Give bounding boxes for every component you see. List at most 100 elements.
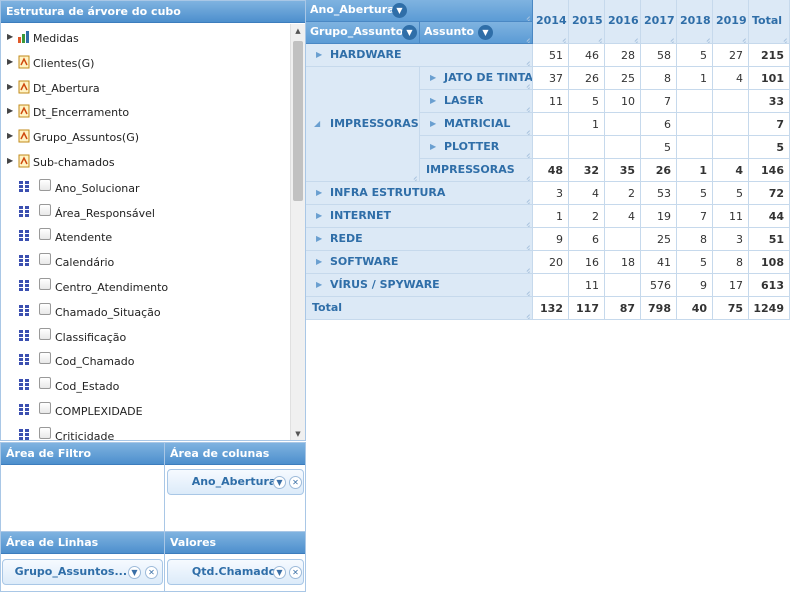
field-checkbox[interactable] bbox=[39, 426, 51, 439]
expand-arrow-icon[interactable]: ▶ bbox=[7, 149, 13, 173]
expand-arrow-icon[interactable]: ▶ bbox=[316, 234, 322, 243]
field-checkbox[interactable] bbox=[39, 402, 51, 414]
tree-node[interactable]: Área_Responsável bbox=[1, 199, 289, 223]
expand-arrow-icon[interactable]: ▶ bbox=[7, 75, 13, 99]
tree-node[interactable]: Ano_Solucionar bbox=[1, 174, 289, 198]
scrollbar-thumb[interactable] bbox=[293, 41, 303, 201]
field-checkbox[interactable] bbox=[39, 327, 51, 340]
field-checkbox[interactable] bbox=[39, 352, 51, 365]
resize-grip-icon[interactable] bbox=[523, 35, 530, 42]
tree-node[interactable]: Centro_Atendimento bbox=[1, 273, 289, 297]
expand-arrow-icon[interactable]: ▶ bbox=[430, 119, 436, 128]
resize-grip-icon[interactable] bbox=[739, 35, 746, 42]
value-field-chip[interactable]: Qtd.Chamado ▼ ✕ bbox=[167, 559, 304, 585]
expand-arrow-icon[interactable]: ▶ bbox=[430, 142, 436, 151]
collapse-arrow-icon[interactable]: ◢ bbox=[314, 119, 320, 128]
row-filter-icon[interactable]: ▼ bbox=[478, 25, 493, 40]
tree-node[interactable]: Atendente bbox=[1, 223, 289, 247]
resize-grip-icon[interactable] bbox=[523, 242, 530, 249]
field-checkbox[interactable] bbox=[39, 377, 51, 390]
field-checkbox[interactable] bbox=[39, 278, 51, 290]
scroll-down-arrow-icon[interactable]: ▼ bbox=[291, 427, 305, 440]
resize-grip-icon[interactable] bbox=[523, 127, 530, 134]
tree-node[interactable]: ▶ Clientes(G) bbox=[1, 50, 289, 74]
year-column-header[interactable]: 2015 bbox=[569, 0, 605, 44]
tree-node[interactable]: Chamado_Situação bbox=[1, 298, 289, 322]
expand-arrow-icon[interactable]: ▶ bbox=[430, 96, 436, 105]
field-checkbox[interactable] bbox=[39, 178, 51, 191]
tree-node[interactable]: Criticidade bbox=[1, 422, 289, 440]
field-checkbox[interactable] bbox=[39, 228, 51, 241]
chip-remove-icon[interactable]: ✕ bbox=[145, 566, 158, 579]
row-group-header[interactable]: ▶ INFRA ESTRUTURA bbox=[306, 182, 533, 205]
resize-grip-icon[interactable] bbox=[780, 35, 787, 42]
row-group-header[interactable]: ▶ INTERNET bbox=[306, 205, 533, 228]
resize-grip-icon[interactable] bbox=[523, 13, 530, 20]
resize-grip-icon[interactable] bbox=[523, 150, 530, 157]
chip-filter-icon[interactable]: ▼ bbox=[273, 476, 286, 489]
resize-grip-icon[interactable] bbox=[523, 196, 530, 203]
year-column-header[interactable]: 2019 bbox=[713, 0, 749, 44]
field-checkbox[interactable] bbox=[39, 253, 51, 266]
tree-node[interactable]: ▶ Medidas bbox=[1, 25, 289, 49]
expand-arrow-icon[interactable]: ▶ bbox=[430, 73, 436, 82]
row-field-header[interactable]: Grupo_Assunto ▼ bbox=[306, 22, 420, 44]
row-sub-header[interactable]: ▶ PLOTTER bbox=[420, 136, 533, 159]
year-column-header[interactable]: 2017 bbox=[641, 0, 677, 44]
resize-grip-icon[interactable] bbox=[410, 173, 417, 180]
chip-filter-icon[interactable]: ▼ bbox=[128, 566, 141, 579]
scroll-up-arrow-icon[interactable]: ▲ bbox=[291, 24, 305, 38]
column-field-header[interactable]: Ano_Abertura ▼ bbox=[306, 0, 533, 22]
tree-node[interactable]: ▶ Dt_Abertura bbox=[1, 75, 289, 99]
expand-arrow-icon[interactable]: ▶ bbox=[7, 124, 13, 148]
resize-grip-icon[interactable] bbox=[631, 35, 638, 42]
resize-grip-icon[interactable] bbox=[523, 81, 530, 88]
tree-node[interactable]: ▶ Sub-chamados bbox=[1, 149, 289, 173]
expand-arrow-icon[interactable]: ▶ bbox=[7, 25, 13, 49]
expand-arrow-icon[interactable]: ▶ bbox=[316, 257, 322, 266]
row-group-header[interactable]: ◢ IMPRESSORAS bbox=[306, 67, 420, 182]
row-group-header[interactable]: ▶ HARDWARE bbox=[306, 44, 533, 67]
row-sub-header[interactable]: ▶ JATO DE TINTA bbox=[420, 67, 533, 90]
expand-arrow-icon[interactable]: ▶ bbox=[316, 280, 322, 289]
year-column-header[interactable]: 2016 bbox=[605, 0, 641, 44]
resize-grip-icon[interactable] bbox=[523, 104, 530, 111]
tree-node[interactable]: ▶ Dt_Encerramento bbox=[1, 99, 289, 123]
column-filter-icon[interactable]: ▼ bbox=[392, 3, 407, 18]
tree-node[interactable]: Cod_Estado bbox=[1, 372, 289, 396]
resize-grip-icon[interactable] bbox=[523, 288, 530, 295]
field-checkbox[interactable] bbox=[39, 302, 51, 315]
column-field-chip[interactable]: Ano_Abertura ▼ ✕ bbox=[167, 469, 304, 495]
tree-node[interactable]: COMPLEXIDADE bbox=[1, 397, 289, 421]
values-area[interactable]: Valores Qtd.Chamado ▼ ✕ bbox=[164, 531, 306, 592]
resize-grip-icon[interactable] bbox=[595, 35, 602, 42]
row-sub-header[interactable]: ▶ LASER bbox=[420, 90, 533, 113]
year-column-header[interactable]: 2014 bbox=[533, 0, 569, 44]
tree-node[interactable]: Classificação bbox=[1, 323, 289, 347]
row-group-header[interactable]: ▶ REDE bbox=[306, 228, 533, 251]
resize-grip-icon[interactable] bbox=[523, 311, 530, 318]
resize-grip-icon[interactable] bbox=[703, 35, 710, 42]
expand-arrow-icon[interactable]: ▶ bbox=[316, 50, 322, 59]
resize-grip-icon[interactable] bbox=[523, 265, 530, 272]
row-sub-header[interactable]: ▶ MATRICIAL bbox=[420, 113, 533, 136]
field-checkbox[interactable] bbox=[39, 203, 51, 216]
row-field-header[interactable]: Assunto ▼ bbox=[420, 22, 533, 44]
chip-remove-icon[interactable]: ✕ bbox=[289, 566, 302, 579]
row-group-header[interactable]: ▶ VÍRUS / SPYWARE bbox=[306, 274, 533, 297]
resize-grip-icon[interactable] bbox=[667, 35, 674, 42]
tree-node[interactable]: ▶ Grupo_Assuntos(G) bbox=[1, 124, 289, 148]
resize-grip-icon[interactable] bbox=[523, 219, 530, 226]
row-filter-icon[interactable]: ▼ bbox=[402, 25, 417, 40]
row-group-header[interactable]: ▶ SOFTWARE bbox=[306, 251, 533, 274]
resize-grip-icon[interactable] bbox=[523, 173, 530, 180]
expand-arrow-icon[interactable]: ▶ bbox=[316, 211, 322, 220]
expand-arrow-icon[interactable]: ▶ bbox=[7, 99, 13, 123]
filter-area[interactable]: Área de Filtro bbox=[0, 442, 165, 532]
tree-node[interactable]: Calendário bbox=[1, 248, 289, 272]
rows-area[interactable]: Área de Linhas Grupo_Assuntos... ▼ ✕ bbox=[0, 531, 165, 592]
columns-area[interactable]: Área de colunas Ano_Abertura ▼ ✕ bbox=[164, 442, 306, 532]
row-field-chip[interactable]: Grupo_Assuntos... ▼ ✕ bbox=[2, 559, 163, 585]
tree-scrollbar[interactable]: ▲ ▼ bbox=[290, 24, 305, 440]
tree-node[interactable]: Cod_Chamado bbox=[1, 347, 289, 371]
